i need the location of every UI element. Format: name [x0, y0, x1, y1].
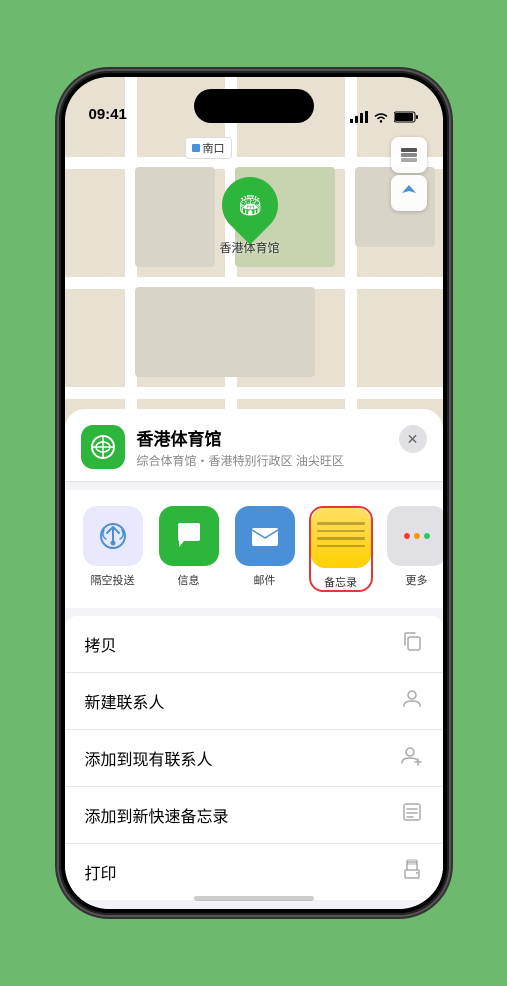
notes-line [317, 545, 365, 548]
location-header: 香港体育馆 综合体育馆・香港特别行政区 油尖旺区 ✕ [65, 409, 443, 482]
home-indicator [194, 896, 314, 901]
phone-frame: 09:41 [59, 71, 449, 915]
dot-orange [414, 533, 420, 539]
share-more[interactable]: 更多 [385, 506, 443, 592]
action-add-existing[interactable]: 添加到现有联系人 [65, 730, 443, 787]
print-icon [401, 858, 423, 886]
message-icon [172, 519, 206, 553]
share-row: 隔空投送 信息 [65, 490, 443, 608]
mail-icon-bg [235, 506, 295, 566]
notes-lines [317, 522, 365, 547]
action-quick-notes[interactable]: 添加到新快速备忘录 [65, 787, 443, 844]
share-airdrop[interactable]: 隔空投送 [81, 506, 145, 592]
map-block [135, 287, 315, 377]
printer-svg-icon [401, 858, 423, 880]
action-copy-label: 拷贝 [85, 632, 117, 656]
action-new-contact[interactable]: 新建联系人 [65, 673, 443, 730]
quick-note-svg-icon [401, 801, 423, 823]
pin-circle: 🏟 [210, 165, 289, 244]
action-new-contact-label: 新建联系人 [85, 689, 165, 713]
mail-icon [247, 518, 283, 554]
message-icon-bg [159, 506, 219, 566]
notes-line [317, 537, 365, 540]
quick-notes-icon [401, 801, 423, 829]
action-list: 拷贝 新建联系人 [65, 616, 443, 900]
stadium-icon [89, 433, 117, 461]
action-print[interactable]: 打印 [65, 844, 443, 900]
map-pin: 🏟 香港体育馆 [220, 177, 280, 256]
battery-icon [394, 111, 419, 123]
copy-svg-icon [401, 630, 423, 652]
person-svg-icon [401, 687, 423, 709]
action-add-existing-label: 添加到现有联系人 [85, 746, 213, 770]
add-contact-icon [401, 744, 423, 772]
phone-screen: 09:41 [65, 77, 443, 909]
dot-green [424, 533, 430, 539]
location-arrow-icon [400, 184, 418, 202]
message-label: 信息 [178, 572, 200, 588]
mail-label: 邮件 [254, 572, 276, 588]
venue-icon [81, 425, 125, 469]
action-quick-notes-label: 添加到新快速备忘录 [85, 803, 229, 827]
status-time: 09:41 [89, 106, 127, 123]
copy-icon [401, 630, 423, 658]
close-button[interactable]: ✕ [399, 425, 427, 453]
bottom-sheet: 香港体育馆 综合体育馆・香港特别行政区 油尖旺区 ✕ [65, 409, 443, 909]
map-block [135, 167, 215, 267]
map-tag: 南口 [185, 137, 232, 159]
share-notes[interactable]: 备忘录 [309, 506, 373, 592]
notes-label: 备忘录 [324, 574, 357, 590]
location-button[interactable] [391, 175, 427, 211]
notes-line [317, 530, 365, 533]
action-copy[interactable]: 拷贝 [65, 616, 443, 673]
more-icon-bg [387, 506, 443, 566]
pin-inner: 🏟 [237, 193, 262, 218]
map-tag-dot [192, 144, 200, 152]
notes-icon-bg [311, 508, 371, 568]
map-layer-icon [399, 145, 419, 165]
dot-red [404, 533, 410, 539]
map-layer-button[interactable] [391, 137, 427, 173]
location-info: 香港体育馆 综合体育馆・香港特别行政区 油尖旺区 [137, 425, 387, 469]
signal-icon [350, 111, 368, 123]
wifi-icon [373, 111, 389, 123]
dynamic-island [194, 89, 314, 123]
map-controls [391, 137, 427, 211]
more-label: 更多 [406, 572, 428, 588]
notes-line [317, 522, 365, 525]
status-icons [350, 111, 419, 123]
airdrop-icon [96, 519, 130, 553]
share-message[interactable]: 信息 [157, 506, 221, 592]
airdrop-icon-bg [83, 506, 143, 566]
airdrop-label: 隔空投送 [91, 572, 135, 588]
close-icon: ✕ [407, 431, 419, 448]
action-print-label: 打印 [85, 860, 117, 884]
map-tag-label: 南口 [203, 140, 225, 156]
location-name: 香港体育馆 [137, 425, 387, 450]
map-road [65, 387, 443, 399]
location-desc: 综合体育馆・香港特别行政区 油尖旺区 [137, 452, 387, 469]
new-contact-icon [401, 687, 423, 715]
add-person-svg-icon [401, 744, 423, 766]
share-mail[interactable]: 邮件 [233, 506, 297, 592]
